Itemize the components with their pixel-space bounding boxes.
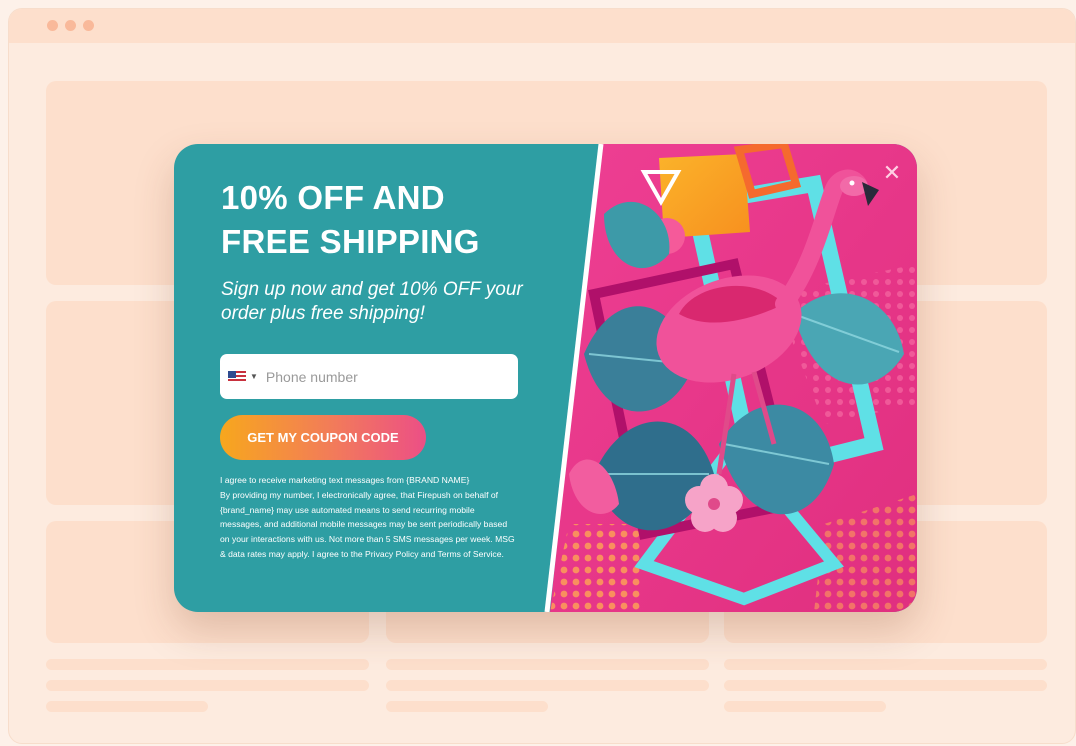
placeholder-line [386, 701, 548, 712]
legal-consent-text: I agree to receive marketing text messag… [220, 473, 550, 562]
headline-line-1: 10% OFF AND [221, 179, 445, 216]
legal-line: on your interactions with us. Not more t… [220, 534, 515, 545]
placeholder-line [46, 680, 369, 691]
close-icon[interactable]: ✕ [880, 161, 904, 185]
placeholder-line [46, 659, 369, 670]
get-coupon-button[interactable]: GET MY COUPON CODE [220, 415, 426, 460]
legal-line: By providing my number, I electronically… [220, 489, 499, 500]
legal-line: {brand_name} may use automated means to … [220, 504, 475, 515]
window-dot-icon [47, 20, 58, 31]
us-flag-icon[interactable] [228, 370, 246, 383]
placeholder-line [386, 680, 709, 691]
legal-line: messages, and additional mobile messages… [220, 519, 508, 530]
window-dot-icon [65, 20, 76, 31]
browser-title-bar [9, 9, 1075, 43]
legal-line: & data rates may apply. I agree to the P… [220, 548, 504, 559]
placeholder-line [724, 680, 1047, 691]
sms-signup-popup: 10% OFF AND FREE SHIPPING Sign up now an… [174, 144, 917, 612]
placeholder-line [46, 701, 208, 712]
placeholder-line [724, 701, 886, 712]
headline-line-2: FREE SHIPPING [221, 223, 480, 260]
legal-line: I agree to receive marketing text messag… [220, 475, 470, 485]
chevron-down-icon[interactable]: ▼ [250, 372, 258, 381]
placeholder-line [386, 659, 709, 670]
popup-subtext: Sign up now and get 10% OFF your order p… [221, 279, 523, 324]
phone-number-field[interactable]: ▼ [220, 354, 518, 399]
window-dot-icon [83, 20, 94, 31]
placeholder-line [724, 659, 1047, 670]
phone-number-input[interactable] [265, 368, 486, 385]
popup-headline: 10% OFF AND FREE SHIPPING [221, 176, 541, 264]
